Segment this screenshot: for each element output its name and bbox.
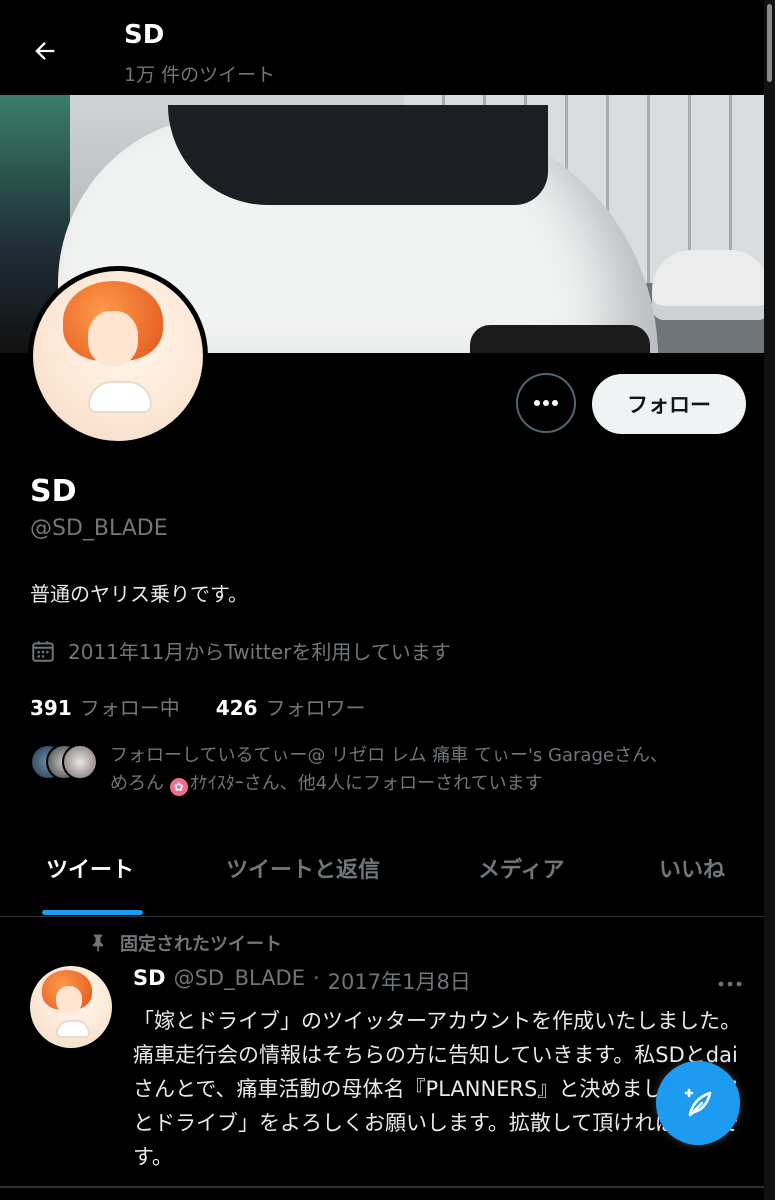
more-dots-icon [534, 400, 558, 406]
tweet-author-name[interactable]: SD [133, 966, 166, 996]
active-tab-indicator [42, 910, 143, 915]
followers-count: 426 [215, 696, 258, 720]
scrollbar[interactable] [764, 0, 775, 1200]
following-label: フォロー中 [79, 696, 180, 720]
scrollbar-thumb[interactable] [767, 4, 772, 82]
profile-avatar[interactable] [28, 266, 208, 446]
banner-background-car [652, 250, 764, 320]
compose-feather-icon [684, 1088, 712, 1117]
profile-tabs: ツイート ツイートと返信 メディア いいね [0, 830, 764, 917]
followed-by-line2: めろん ✿ ｵｹｲｽﾀｰさん、他4人にフォローされています [110, 770, 668, 798]
tweet-author-handle[interactable]: @SD_BLADE [174, 966, 305, 996]
followed-by-summary[interactable]: フォローしているてぃー@ リゼロ レム 痛車 てぃー's Garageさん、 め… [30, 742, 740, 798]
following-count: 391 [30, 696, 72, 720]
tweet-separator: · [312, 966, 320, 990]
more-options-button[interactable] [516, 373, 576, 433]
tweet-header: SD @SD_BLADE · 2017年1月8日 [133, 966, 471, 996]
join-date: 2011年11月からTwitterを利用しています [30, 636, 451, 665]
profile-bio: 普通のヤリス乗りです。 [30, 582, 248, 606]
car-window [168, 105, 548, 205]
tweet-count: 1万 件のツイート [124, 64, 276, 86]
tab-media[interactable]: メディア [478, 852, 564, 884]
following-link[interactable]: 391 フォロー中 [30, 692, 180, 721]
arrow-left-icon [35, 42, 55, 60]
profile-screen: SD 1万 件のツイート フォロー SD @SD_BLADE 普通のヤリス乗りで… [0, 0, 764, 1200]
tab-likes[interactable]: いいね [659, 852, 725, 884]
flower-emoji-icon: ✿ [169, 778, 188, 796]
compose-tweet-button[interactable] [656, 1061, 740, 1145]
display-name: SD [30, 474, 77, 509]
pinned-label: 固定されたツイート [120, 934, 282, 955]
followed-by-avatars [30, 742, 98, 780]
car-grille [470, 325, 650, 353]
followed-by-text: フォローしているてぃー@ リゼロ レム 痛車 てぃー's Garageさん、 め… [110, 742, 668, 798]
tab-tweets[interactable]: ツイート [46, 852, 134, 884]
pinned-indicator: 固定されたツイート [88, 930, 282, 956]
followers-link[interactable]: 426 フォロワー [216, 692, 366, 721]
tweet-author-avatar[interactable] [30, 966, 112, 1048]
header-title: SD [124, 20, 165, 50]
follow-button[interactable]: フォロー [592, 374, 746, 434]
join-date-text: 2011年11月からTwitterを利用しています [68, 640, 451, 664]
tweet-text: 「嫁とドライブ」のツイッターアカウントを作成いたしました。痛車走行会の情報はそち… [133, 1009, 742, 1169]
tweet-more-button[interactable] [718, 968, 742, 993]
followed-by-name: めろん [110, 773, 164, 794]
avatar-image [33, 271, 203, 441]
pin-icon [93, 934, 103, 952]
followed-by-rest: ｵｹｲｽﾀｰさん、他4人にフォローされています [189, 773, 543, 794]
divider [0, 1186, 764, 1188]
user-handle: @SD_BLADE [30, 516, 168, 541]
avatar [62, 744, 98, 780]
more-dots-icon [718, 981, 742, 987]
followers-label: フォロワー [265, 696, 366, 720]
top-header: SD 1万 件のツイート [0, 0, 764, 95]
follow-stats: 391 フォロー中 426 フォロワー [30, 692, 366, 721]
back-button[interactable] [28, 34, 62, 68]
calendar-icon [32, 640, 54, 662]
tweet-date[interactable]: 2017年1月8日 [328, 966, 471, 996]
followed-by-line1: フォローしているてぃー@ リゼロ レム 痛車 てぃー's Garageさん、 [110, 745, 668, 766]
tab-tweets-and-replies[interactable]: ツイートと返信 [226, 852, 380, 884]
